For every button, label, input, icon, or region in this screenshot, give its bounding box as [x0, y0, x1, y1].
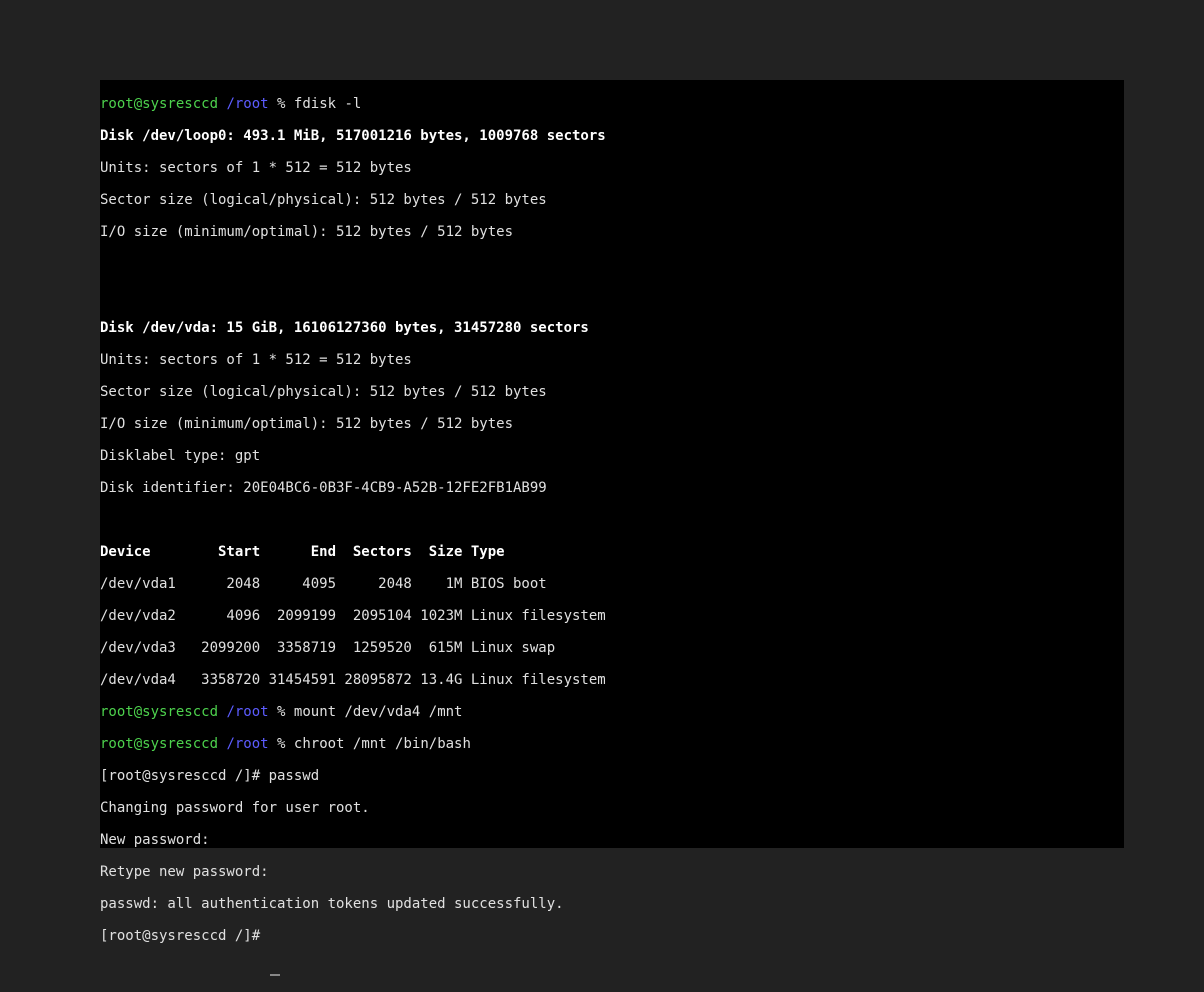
disk-vda-identifier: Disk identifier: 20E04BC6-0B3F-4CB9-A52B…: [100, 480, 1124, 496]
disk-vda-header: Disk /dev/vda: 15 GiB, 16106127360 bytes…: [100, 320, 1124, 336]
passwd-output: Retype new password:: [100, 864, 1124, 880]
disk-vda-units: Units: sectors of 1 * 512 = 512 bytes: [100, 352, 1124, 368]
partition-row: /dev/vda3 2099200 3358719 1259520 615M L…: [100, 640, 1124, 656]
disk-loop0-sector: Sector size (logical/physical): 512 byte…: [100, 192, 1124, 208]
disk-loop0-io: I/O size (minimum/optimal): 512 bytes / …: [100, 224, 1124, 240]
terminal-window[interactable]: root@sysresccd /root % fdisk -l Disk /de…: [100, 80, 1124, 848]
disk-vda-sector: Sector size (logical/physical): 512 byte…: [100, 384, 1124, 400]
blank-line: [100, 256, 1124, 272]
prompt-line: root@sysresccd /root % mount /dev/vda4 /…: [100, 704, 1124, 720]
command-text: mount /dev/vda4 /mnt: [294, 704, 463, 720]
command-text: chroot /mnt /bin/bash: [294, 736, 471, 752]
disk-loop0-header: Disk /dev/loop0: 493.1 MiB, 517001216 by…: [100, 128, 1124, 144]
partition-row: /dev/vda4 3358720 31454591 28095872 13.4…: [100, 672, 1124, 688]
disk-vda-label: Disklabel type: gpt: [100, 448, 1124, 464]
prompt-userhost: root@sysresccd: [100, 704, 218, 720]
chroot-prompt-idle: [root@sysresccd /]#: [100, 928, 1124, 944]
prompt-cwd: /root: [226, 704, 268, 720]
command-text: fdisk -l: [294, 96, 361, 112]
prompt-userhost: root@sysresccd: [100, 736, 218, 752]
prompt-sep: %: [269, 704, 294, 720]
passwd-output: passwd: all authentication tokens update…: [100, 896, 1124, 912]
prompt-line: root@sysresccd /root % fdisk -l: [100, 96, 1124, 112]
blank-line: [100, 288, 1124, 304]
chroot-prompt: [root@sysresccd /]# passwd: [100, 768, 1124, 784]
partition-table-header: Device Start End Sectors Size Type: [100, 544, 1124, 560]
prompt-cwd: /root: [226, 736, 268, 752]
cursor-icon: [270, 974, 280, 976]
prompt-sep: %: [269, 736, 294, 752]
blank-line: [100, 512, 1124, 528]
cursor-line[interactable]: [100, 960, 1124, 976]
disk-vda-io: I/O size (minimum/optimal): 512 bytes / …: [100, 416, 1124, 432]
prompt-sep: %: [269, 96, 294, 112]
disk-loop0-units: Units: sectors of 1 * 512 = 512 bytes: [100, 160, 1124, 176]
prompt-userhost: root@sysresccd: [100, 96, 218, 112]
partition-row: /dev/vda1 2048 4095 2048 1M BIOS boot: [100, 576, 1124, 592]
passwd-output: New password:: [100, 832, 1124, 848]
passwd-output: Changing password for user root.: [100, 800, 1124, 816]
partition-row: /dev/vda2 4096 2099199 2095104 1023M Lin…: [100, 608, 1124, 624]
prompt-cwd: /root: [226, 96, 268, 112]
prompt-line: root@sysresccd /root % chroot /mnt /bin/…: [100, 736, 1124, 752]
